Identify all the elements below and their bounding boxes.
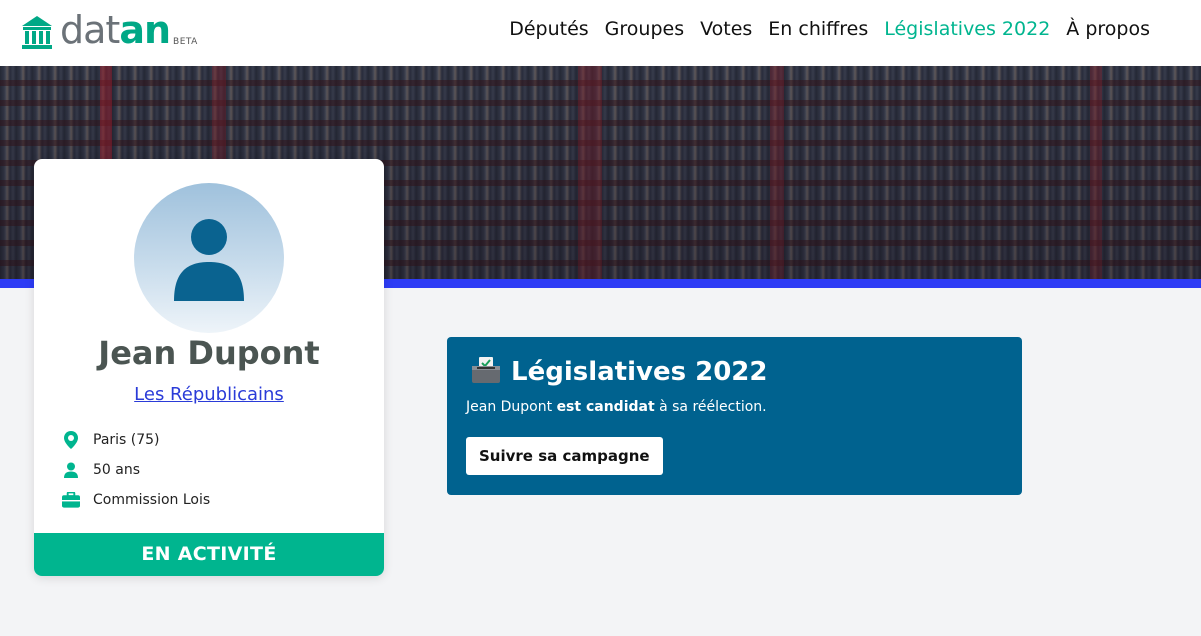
legislatives-title: Législatives 2022 (511, 357, 768, 387)
candidacy-text: Jean Dupont est candidat à sa réélection… (466, 399, 767, 415)
age-text: 50 ans (93, 462, 141, 478)
status-badge: EN ACTIVITÉ (34, 533, 384, 576)
info-age: 50 ans (62, 455, 210, 485)
nav-deputes[interactable]: Députés (509, 16, 588, 42)
avatar (134, 183, 284, 333)
follow-campaign-button[interactable]: Suivre sa campagne (466, 437, 663, 475)
site-header: datan BETA Députés Groupes Votes En chif… (0, 0, 1201, 66)
nav-legislatives-2022[interactable]: Législatives 2022 (884, 16, 1050, 42)
person-icon (62, 461, 80, 479)
nav-a-propos[interactable]: À propos (1066, 16, 1150, 42)
map-pin-icon (62, 431, 80, 449)
datan-logo[interactable]: datan BETA (20, 10, 198, 50)
deputy-info-list: Paris (75) 50 ans Commission Lois (62, 425, 210, 515)
beta-badge: BETA (173, 37, 198, 47)
info-location: Paris (75) (62, 425, 210, 455)
info-commission: Commission Lois (62, 485, 210, 515)
commission-text: Commission Lois (93, 492, 211, 508)
nav-votes[interactable]: Votes (700, 16, 752, 42)
deputy-group-link[interactable]: Les Républicains (34, 383, 384, 407)
briefcase-icon (62, 491, 80, 509)
deputy-name: Jean Dupont (98, 334, 320, 372)
legislatives-heading: Législatives 2022 (471, 355, 767, 389)
location-text: Paris (75) (93, 432, 160, 448)
deputy-card: Jean Dupont Les Républicains Paris (75) … (34, 159, 384, 576)
user-silhouette-icon (174, 219, 244, 301)
legislatives-panel: Législatives 2022 Jean Dupont est candid… (447, 337, 1022, 495)
nav-en-chiffres[interactable]: En chiffres (768, 16, 868, 42)
parliament-icon (22, 16, 52, 49)
nav-groupes[interactable]: Groupes (605, 16, 684, 42)
main-nav: Députés Groupes Votes En chiffres Législ… (493, 16, 1150, 42)
logo-wordmark: datan (60, 8, 171, 52)
ballot-box-icon (471, 356, 501, 388)
